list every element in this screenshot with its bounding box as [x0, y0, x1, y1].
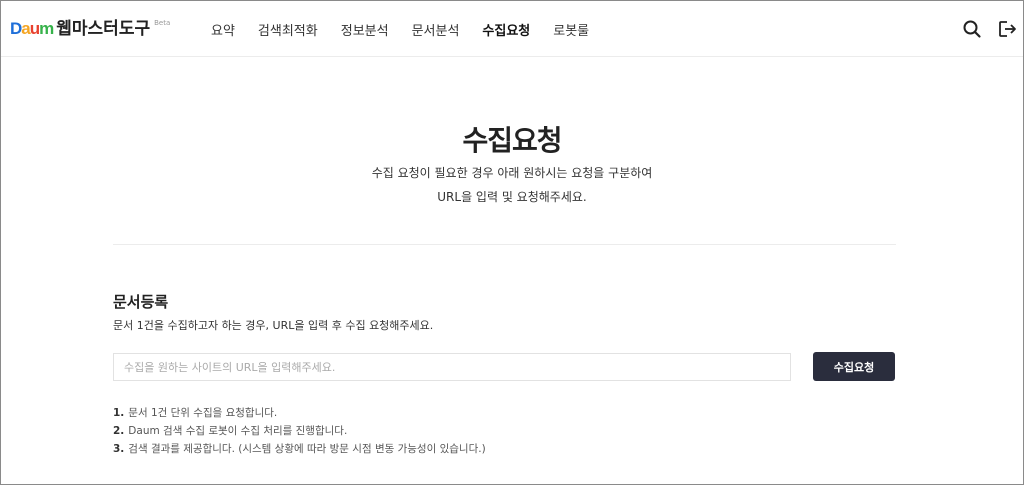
nav-summary[interactable]: 요약 — [211, 20, 235, 39]
section-divider — [113, 244, 896, 245]
doc-register-description: 문서 1건을 수집하고자 하는 경우, URL을 입력 후 수집 요청해주세요. — [113, 319, 434, 332]
note-text: 문서 1건 단위 수집을 요청합니다. — [128, 407, 278, 419]
app-title: 웹마스터도구 — [56, 19, 151, 39]
notes-list: 1. 문서 1건 단위 수집을 요청합니다. 2. Daum 검색 수집 로봇이 수… — [113, 404, 486, 458]
url-input[interactable] — [113, 353, 791, 381]
logout-icon[interactable] — [996, 18, 1018, 40]
daum-logo[interactable]: Daum 웹마스터도구 Beta — [10, 19, 170, 39]
logo-letter-d: D — [10, 19, 22, 38]
beta-badge: Beta — [154, 19, 171, 27]
nav-robots-rule[interactable]: 로봇룰 — [553, 20, 589, 39]
logo-letter-m: m — [39, 19, 54, 38]
top-header: Daum 웹마스터도구 Beta 요약 검색최적화 정보분석 문서분석 수집요청… — [1, 1, 1023, 57]
page-description: 수집 요청이 필요한 경우 아래 원하시는 요청을 구분하여 URL을 입력 및… — [1, 161, 1023, 209]
note-item: 1. 문서 1건 단위 수집을 요청합니다. — [113, 404, 486, 422]
nav-doc-analysis[interactable]: 문서분석 — [412, 20, 460, 39]
nav-crawl-request[interactable]: 수집요청 — [482, 20, 530, 39]
note-number: 2. — [113, 425, 125, 437]
note-item: 3. 검색 결과를 제공합니다. (시스템 상황에 따라 방문 시점 변동 가능성… — [113, 440, 486, 458]
daum-logo-mark: Daum — [10, 19, 54, 39]
note-number: 3. — [113, 443, 125, 455]
nav-search-optimization[interactable]: 검색최적화 — [258, 20, 318, 39]
crawl-request-button[interactable]: 수집요청 — [813, 352, 895, 381]
note-number: 1. — [113, 407, 125, 419]
page-title: 수집요청 — [462, 124, 562, 157]
note-text: 검색 결과를 제공합니다. (시스템 상황에 따라 방문 시점 변동 가능성이 … — [128, 443, 486, 455]
logo-letter-u: u — [29, 19, 40, 38]
page-description-line-1: 수집 요청이 필요한 경우 아래 원하시는 요청을 구분하여 — [371, 166, 653, 180]
note-text: Daum 검색 수집 로봇이 수집 처리를 진행합니다. — [128, 425, 348, 437]
logo-letter-a: a — [21, 19, 31, 38]
nav-info-analysis[interactable]: 정보분석 — [341, 20, 389, 39]
main-nav: 요약 검색최적화 정보분석 문서분석 수집요청 로봇룰 — [211, 20, 612, 39]
doc-register-title: 문서등록 — [113, 293, 169, 311]
note-item: 2. Daum 검색 수집 로봇이 수집 처리를 진행합니다. — [113, 422, 486, 440]
page-description-line-2: URL을 입력 및 요청해주세요. — [437, 190, 587, 204]
search-icon[interactable] — [961, 18, 983, 40]
